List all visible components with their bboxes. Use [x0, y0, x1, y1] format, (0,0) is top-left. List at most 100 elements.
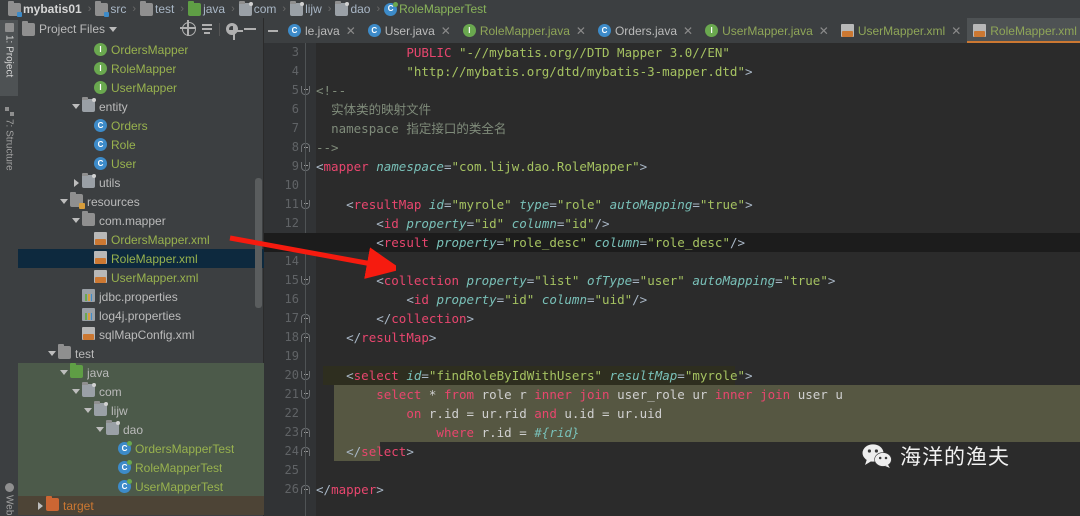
web-icon [4, 483, 14, 492]
line-number: 14 [284, 254, 299, 268]
breadcrumb-item-test[interactable]: test [140, 0, 176, 18]
tree-item[interactable]: C Orders [18, 116, 264, 135]
tree-item[interactable]: C RoleMapperTest [18, 458, 264, 477]
tree-item[interactable]: C UserMapperTest [18, 477, 264, 496]
project-tree[interactable]: I OrdersMapper I RoleMapper I UserMapper entit… [18, 40, 264, 516]
tree-item[interactable]: utils [18, 172, 264, 192]
close-icon[interactable]: ✕ [346, 24, 356, 38]
editor-gutter[interactable]: 3456789101112131415161718192021222324252… [264, 43, 316, 516]
tree-item[interactable]: entity [18, 96, 264, 116]
breadcrumb-item-rolemappertest[interactable]: C RoleMapperTest [384, 0, 488, 18]
editor-tab-RoleMapper-java[interactable]: I RoleMapper.java ✕ [457, 18, 592, 43]
tree-expander[interactable] [94, 420, 106, 439]
tree-item[interactable]: com.mapper [18, 210, 264, 230]
editor-tab-Orders-java[interactable]: C Orders.java ✕ [592, 18, 699, 43]
tree-item[interactable]: I UserMapper [18, 78, 264, 97]
close-icon[interactable]: ✕ [441, 24, 451, 38]
tree-item[interactable]: I OrdersMapper [18, 40, 264, 59]
tree-item[interactable]: dao [18, 419, 264, 439]
tree-item[interactable]: sqlMapConfig.xml [18, 325, 264, 344]
close-icon[interactable]: ✕ [819, 24, 829, 38]
tree-item[interactable]: target [18, 495, 264, 515]
close-icon[interactable]: ✕ [951, 24, 961, 38]
tool-window-button-structure[interactable]: 7: Structure [0, 104, 18, 190]
tree-item[interactable]: OrdersMapper.xml [18, 230, 264, 249]
tree-item-label: dao [123, 422, 144, 437]
tree-item[interactable]: test [18, 343, 264, 363]
tree-expander[interactable] [70, 211, 82, 230]
tree-expander[interactable] [70, 97, 82, 116]
tree-expander[interactable] [82, 59, 94, 78]
tree-expander[interactable] [82, 230, 94, 249]
tree-item[interactable]: C Role [18, 135, 264, 154]
tree-expander[interactable] [70, 325, 82, 344]
code-line: <collection property="list" ofType="user… [376, 273, 836, 288]
settings-gear-icon[interactable] [223, 20, 243, 40]
folder-package-icon [106, 419, 120, 435]
tab-list-collapse-icon[interactable] [264, 18, 282, 43]
tree-expander[interactable] [70, 306, 82, 325]
tree-expander[interactable] [106, 458, 118, 477]
close-icon[interactable]: ✕ [576, 24, 586, 38]
xml-file-icon [840, 24, 854, 37]
collapse-all-icon[interactable] [198, 20, 216, 38]
editor-tab-le-java[interactable]: Cle.java ✕ [282, 18, 362, 43]
tree-expander[interactable] [70, 287, 82, 306]
editor-tab-User-java[interactable]: C User.java ✕ [362, 18, 457, 43]
toolbar-divider [219, 22, 220, 36]
tree-expander[interactable] [82, 249, 94, 268]
tree-item[interactable]: I RoleMapper [18, 59, 264, 78]
breadcrumb-item-lijw[interactable]: lijw [290, 0, 324, 18]
tree-item[interactable]: resources [18, 191, 264, 211]
tree-expander[interactable] [106, 477, 118, 496]
folder-package-icon [290, 0, 305, 16]
tree-expander[interactable] [70, 382, 82, 401]
project-tree-scrollbar[interactable] [255, 178, 262, 308]
tree-item[interactable]: RoleMapper.xml [18, 249, 264, 268]
breadcrumb-item-java[interactable]: java [188, 0, 227, 18]
tree-item[interactable]: jdbc.properties [18, 287, 264, 306]
tree-expander[interactable] [82, 116, 94, 135]
tree-item[interactable]: log4j.properties [18, 306, 264, 325]
breadcrumb-label: test [155, 2, 175, 16]
breadcrumb-item-src[interactable]: src [95, 0, 128, 18]
breadcrumb-item-com[interactable]: com [238, 0, 279, 18]
editor-tab-RoleMapper-xml[interactable]: RoleMapper.xml✕ [967, 18, 1080, 43]
tree-expander[interactable] [58, 192, 70, 211]
editor-tab-label: le.java [305, 23, 340, 38]
tree-expander[interactable] [58, 363, 70, 382]
tree-expander[interactable] [82, 401, 94, 420]
breadcrumb-item-mybatis01[interactable]: mybatis01 [8, 0, 84, 18]
hide-icon[interactable] [241, 20, 259, 38]
project-view-selector[interactable]: Project Files [22, 20, 118, 36]
close-icon[interactable]: ✕ [683, 24, 693, 38]
tree-expander[interactable] [82, 78, 94, 97]
breadcrumb-item-dao[interactable]: dao [335, 0, 372, 18]
tree-expander[interactable] [106, 439, 118, 458]
tree-expander[interactable] [82, 40, 94, 59]
tree-item[interactable]: java [18, 362, 264, 382]
editor-tab-UserMapper-java[interactable]: I UserMapper.java ✕ [699, 18, 835, 43]
tool-window-button-web[interactable]: Web [0, 480, 18, 516]
tree-item-label: entity [99, 99, 128, 114]
tree-expander[interactable] [82, 154, 94, 173]
tree-item[interactable]: lijw [18, 400, 264, 420]
project-view-label: Project Files [39, 22, 106, 36]
tool-window-label-web: Web [3, 495, 15, 516]
locate-icon[interactable] [180, 20, 198, 38]
tree-item[interactable]: C OrdersMapperTest [18, 439, 264, 458]
tree-item-label: RoleMapper.xml [111, 251, 198, 266]
tree-expander[interactable] [82, 135, 94, 154]
tree-expander[interactable] [46, 344, 58, 363]
tool-window-button-project[interactable]: 1: Project [0, 20, 18, 96]
tree-expander[interactable] [34, 496, 46, 515]
editor-tab-UserMapper-xml[interactable]: UserMapper.xml ✕ [835, 18, 967, 43]
tree-item[interactable]: C User [18, 154, 264, 173]
code-line: </collection> [376, 311, 475, 326]
tree-item[interactable]: UserMapper.xml [18, 268, 264, 287]
tree-item-label: Role [111, 137, 136, 152]
tree-item[interactable]: com [18, 381, 264, 401]
tree-item-label: UserMapper.xml [111, 270, 199, 285]
tree-expander[interactable] [82, 268, 94, 287]
tree-expander[interactable] [70, 173, 82, 192]
